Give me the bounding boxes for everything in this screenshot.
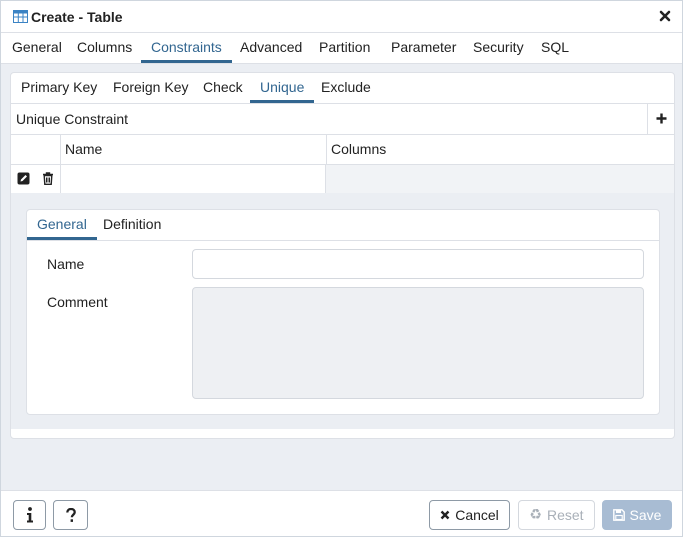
floppy-disk-icon [612,509,625,521]
save-label: Save [629,507,662,523]
constraint-type-tabs: Primary Key Foreign Key Check Unique Exc… [11,73,674,104]
help-icon [65,507,76,522]
dialog-title: Create - Table [31,9,123,25]
title-bar: Create - Table [1,1,682,33]
unique-constraint-header: Unique Constraint [11,104,674,135]
name-field[interactable] [192,249,644,279]
tab-partition[interactable]: Partition [309,33,380,63]
constraints-panel: Primary Key Foreign Key Check Unique Exc… [10,72,675,439]
tab-sql[interactable]: SQL [531,33,579,63]
create-table-dialog: Create - Table General Columns Constrain… [0,0,683,537]
reset-label: Reset [546,507,584,523]
recycle-icon: ♻ [529,507,542,523]
reset-button[interactable]: ♻ Reset [518,500,595,530]
add-row-button[interactable] [647,104,674,134]
column-header-columns[interactable]: Columns [326,135,674,165]
detail-tab-bar: General Definition [27,210,659,241]
tab-exclude[interactable]: Exclude [311,73,381,103]
row-detail-panel: General Definition Name Comment [26,209,660,415]
dialog-footer: Cancel ♻ Reset Save [1,490,682,536]
grid-header: Name Columns [11,135,674,165]
table-icon [13,10,28,23]
main-tab-bar: General Columns Constraints Advanced Par… [1,33,682,64]
row-columns-cell[interactable] [326,165,674,193]
table-row [11,165,674,193]
tab-parameter[interactable]: Parameter [381,33,466,63]
tab-check[interactable]: Check [193,73,253,103]
tab-columns[interactable]: Columns [67,33,142,63]
tab-advanced[interactable]: Advanced [230,33,312,63]
x-icon [440,510,450,520]
column-header-name[interactable]: Name [60,135,326,165]
plus-icon [656,113,667,124]
help-button[interactable] [53,500,88,530]
tab-detail-definition[interactable]: Definition [93,210,171,240]
info-button[interactable] [13,500,46,530]
row-name-cell[interactable] [60,165,326,193]
tab-primary-key[interactable]: Primary Key [11,73,107,103]
comment-field[interactable] [192,287,644,399]
tab-foreign-key[interactable]: Foreign Key [103,73,198,103]
info-icon [26,507,33,523]
edit-row-button[interactable] [11,165,35,193]
tab-constraints[interactable]: Constraints [141,33,232,63]
name-label: Name [47,256,85,272]
comment-label: Comment [47,294,108,310]
tab-security[interactable]: Security [463,33,534,63]
tab-unique[interactable]: Unique [250,73,315,103]
close-icon[interactable] [658,9,672,23]
trash-icon [43,172,53,185]
edit-icon [17,172,30,185]
tab-detail-general[interactable]: General [27,210,97,240]
save-button[interactable]: Save [602,500,672,530]
unique-constraint-title: Unique Constraint [16,111,129,127]
tab-general[interactable]: General [2,33,72,63]
cancel-label: Cancel [455,507,499,523]
delete-row-button[interactable] [36,165,60,193]
cancel-button[interactable]: Cancel [429,500,510,530]
